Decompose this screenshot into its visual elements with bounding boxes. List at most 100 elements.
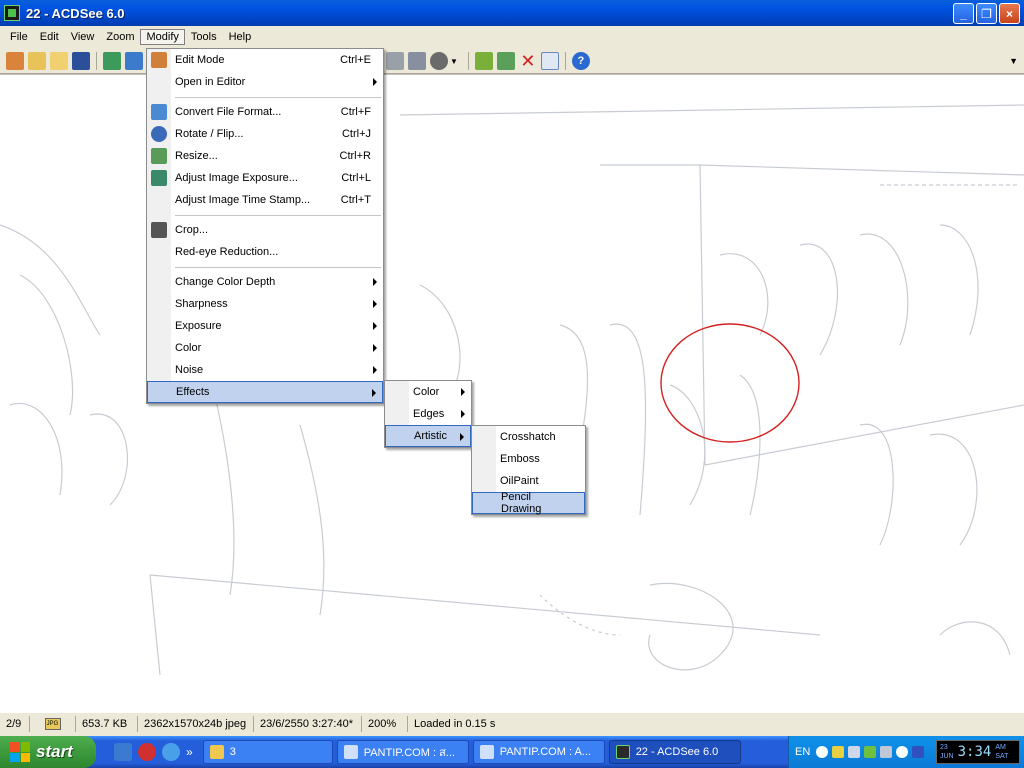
volume-icon[interactable] (848, 746, 861, 758)
artistic-submenu: Crosshatch Emboss OilPaint Pencil Drawin… (471, 425, 586, 515)
menu-item-effects[interactable]: Effects (147, 381, 383, 403)
open-folder-icon[interactable] (28, 51, 46, 70)
menu-help[interactable]: Help (223, 29, 258, 45)
modify-menu: Edit Mode Ctrl+E Open in Editor Convert … (146, 48, 384, 404)
save-icon[interactable] (72, 51, 90, 70)
next-image-icon[interactable] (125, 51, 143, 70)
toolbar-separator (96, 51, 97, 70)
prev-image-icon[interactable] (103, 51, 121, 70)
windows-logo-icon (10, 742, 30, 762)
menu-edit[interactable]: Edit (34, 29, 65, 45)
restore-button[interactable]: ❐ (976, 3, 997, 24)
clock-date: 23 (940, 744, 948, 751)
menu-tools[interactable]: Tools (185, 29, 223, 45)
tray-app-icon[interactable] (912, 746, 925, 758)
status-zoom: 200% (362, 715, 408, 732)
tray-app-icon[interactable] (880, 746, 893, 758)
menu-item-crop[interactable]: Crop... (147, 219, 383, 241)
menu-item-emboss[interactable]: Emboss (472, 448, 585, 470)
menu-item-oilpaint[interactable]: OilPaint (472, 470, 585, 492)
ie-icon (343, 745, 358, 759)
crop-icon (151, 222, 167, 238)
red-circle-annotation (660, 323, 800, 443)
scan-icon[interactable] (408, 52, 426, 70)
copy-to-icon[interactable] (496, 52, 515, 70)
menu-item-change-color-depth[interactable]: Change Color Depth (147, 271, 383, 293)
menu-view[interactable]: View (65, 29, 101, 45)
menu-item-adjust-exposure[interactable]: Adjust Image Exposure... Ctrl+L (147, 167, 383, 189)
menu-item-open-in-editor[interactable]: Open in Editor (147, 71, 383, 93)
menu-item-resize[interactable]: Resize... Ctrl+R (147, 145, 383, 167)
ie-icon[interactable] (162, 743, 180, 761)
toolbar-separator (467, 52, 469, 70)
menu-modify[interactable]: Modify (140, 29, 185, 45)
tray-app-icon[interactable] (864, 746, 877, 758)
help-icon[interactable]: ? (571, 52, 590, 70)
toolbar-separator (564, 52, 566, 70)
wallpaper-icon[interactable] (430, 52, 448, 70)
ie-icon (479, 745, 494, 759)
clock-month: JUN (940, 753, 954, 760)
exposure-icon (151, 170, 167, 186)
task-folder-3[interactable]: 3 (202, 740, 333, 764)
start-button[interactable]: start (0, 736, 96, 768)
print-icon[interactable] (386, 52, 404, 70)
status-file-size: 653.7 KB (76, 715, 138, 732)
menu-item-noise[interactable]: Noise (147, 359, 383, 381)
submenu-arrow-icon (461, 410, 465, 418)
menu-item-exposure[interactable]: Exposure (147, 315, 383, 337)
acdsee-app-icon[interactable] (4, 5, 20, 21)
window-title: 22 - ACDSee 6.0 (26, 5, 125, 21)
show-desktop-icon[interactable] (114, 743, 132, 761)
folder-icon[interactable] (50, 51, 68, 70)
tray-back-icon[interactable] (816, 746, 829, 758)
menu-item-red-eye-reduction[interactable]: Red-eye Reduction... (147, 241, 383, 263)
acdsee-icon (615, 745, 630, 759)
menu-bar: File Edit View Zoom Modify Tools Help (0, 26, 1024, 48)
status-dimensions: 2362x1570x24b jpeg (138, 715, 254, 732)
task-acdsee[interactable]: 22 - ACDSee 6.0 (608, 740, 741, 764)
opera-icon[interactable] (138, 743, 156, 761)
menu-item-edges[interactable]: Edges (385, 403, 471, 425)
language-indicator[interactable]: EN (795, 746, 810, 758)
browse-icon[interactable] (6, 51, 24, 70)
system-tray: EN 23 JUN 3:34 AM SAT (788, 736, 1024, 768)
menu-item-convert-file-format[interactable]: Convert File Format... Ctrl+F (147, 101, 383, 123)
network-icon[interactable] (832, 746, 845, 758)
clock[interactable]: 23 JUN 3:34 AM SAT (936, 740, 1020, 764)
status-position: 2/9 (0, 715, 30, 732)
menu-item-rotate-flip[interactable]: Rotate / Flip... Ctrl+J (147, 123, 383, 145)
menu-item-adjust-time-stamp[interactable]: Adjust Image Time Stamp... Ctrl+T (147, 189, 383, 211)
quick-launch-more-icon[interactable]: » (186, 745, 193, 759)
toolbar-options-icon[interactable]: ▼ (1009, 56, 1018, 66)
delete-icon[interactable]: ✕ (519, 52, 537, 70)
dropdown-arrow-icon[interactable]: ▼ (450, 57, 458, 66)
tray-app-icon[interactable] (896, 746, 909, 758)
menu-item-edit-mode[interactable]: Edit Mode Ctrl+E (147, 49, 383, 71)
minimize-button[interactable]: _ (953, 3, 974, 24)
menu-item-color[interactable]: Color (147, 337, 383, 359)
submenu-arrow-icon (373, 78, 377, 86)
task-pantip-2[interactable]: PANTIP.COM : A... (472, 740, 605, 764)
menu-item-effects-color[interactable]: Color (385, 381, 471, 403)
status-bar: 2/9 JPG 653.7 KB 2362x1570x24b jpeg 23/6… (0, 712, 1024, 734)
clock-day: SAT (995, 753, 1009, 760)
menu-file[interactable]: File (4, 29, 34, 45)
menu-item-crosshatch[interactable]: Crosshatch (472, 426, 585, 448)
properties-icon[interactable] (540, 52, 559, 70)
task-pantip-1[interactable]: PANTIP.COM : ส... (336, 740, 469, 764)
menu-item-sharpness[interactable]: Sharpness (147, 293, 383, 315)
move-to-icon[interactable] (474, 52, 493, 70)
quick-launch: » (114, 743, 193, 761)
taskbar: start » 3 PANTIP.COM : ส... PANTIP.COM :… (0, 736, 1024, 768)
close-button[interactable]: × (999, 3, 1020, 24)
submenu-arrow-icon (373, 300, 377, 308)
submenu-arrow-icon (373, 366, 377, 374)
title-bar[interactable]: 22 - ACDSee 6.0 _ ❐ × (0, 0, 1024, 26)
clock-ampm: AM (995, 744, 1006, 751)
menu-item-pencil-drawing[interactable]: Pencil Drawing (472, 491, 585, 515)
menu-item-artistic[interactable]: Artistic (385, 425, 471, 447)
jpg-file-icon: JPG (44, 717, 61, 730)
menu-zoom[interactable]: Zoom (100, 29, 140, 45)
submenu-arrow-icon (373, 344, 377, 352)
